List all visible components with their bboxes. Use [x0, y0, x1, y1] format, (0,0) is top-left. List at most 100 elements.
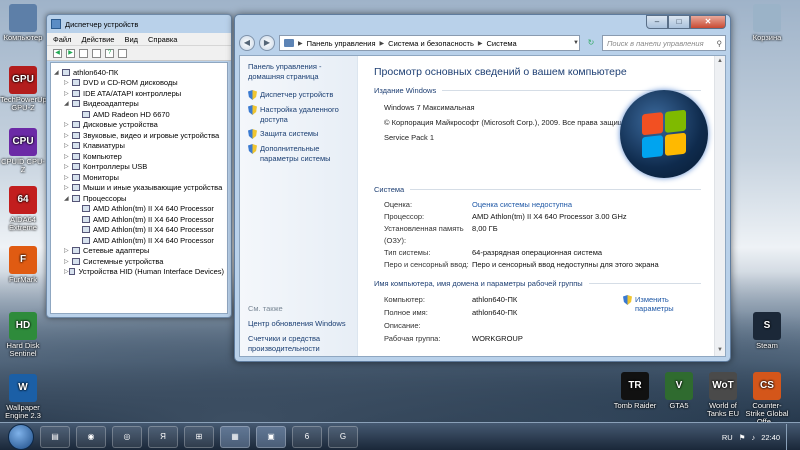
expand-arrow-icon[interactable]: ▷ — [64, 132, 72, 139]
control-panel-window[interactable]: – □ ✕ ◀ ▶ ▶ Панель управления ▶ Система … — [234, 14, 731, 362]
device-tree[interactable]: ◢ athlon640-ПК ▷ DVD и CD-ROM дисководы ▷ IDE… — [50, 62, 228, 314]
desktop-icon[interactable]: WoT World of Tanks EU — [700, 372, 746, 418]
close-button[interactable]: ✕ — [690, 15, 726, 29]
control-panel-home-link[interactable]: Панель управления - домашняя страница — [248, 62, 349, 82]
refresh-icon[interactable]: ↻ — [584, 36, 598, 50]
rating-link[interactable]: Оценка системы недоступна — [472, 199, 572, 211]
device-tree-item[interactable]: ◢ athlon640-ПК — [54, 67, 224, 78]
breadcrumb-system-security[interactable]: Система и безопасность — [388, 39, 474, 48]
advanced-settings-link[interactable]: Дополнительные параметры системы — [248, 144, 349, 163]
desktop-icon[interactable]: Компьютер — [0, 4, 46, 42]
desktop-icon[interactable]: HD Hard Disk Sentinel — [0, 312, 46, 358]
vertical-scrollbar[interactable]: ▲ ▼ — [714, 56, 725, 356]
menu-help[interactable]: Справка — [148, 35, 177, 44]
device-tree-item[interactable]: ▷ DVD и CD-ROM дисководы — [54, 78, 224, 89]
performance-tools-link[interactable]: Счетчики и средства производительности — [248, 334, 351, 354]
taskbar-windows-icon[interactable]: ⊞ — [184, 425, 214, 448]
device-manager-window[interactable]: Диспетчер устройств Файл Действие Вид Сп… — [46, 14, 232, 318]
address-bar[interactable]: ▶ Панель управления ▶ Система и безопасн… — [279, 35, 580, 51]
device-tree-item[interactable]: ▷ Мониторы — [54, 172, 224, 183]
taskbar-chrome-icon[interactable]: ◉ — [76, 425, 106, 448]
desktop-icon[interactable]: CPU CPUID CPU-Z — [0, 128, 46, 174]
expand-arrow-icon[interactable]: ▷ — [64, 90, 72, 97]
device-tree-item[interactable]: ▷ Мыши и иные указывающие устройства — [54, 183, 224, 194]
expand-arrow-icon[interactable]: ▷ — [64, 153, 72, 160]
breadcrumb-control-panel[interactable]: Панель управления — [307, 39, 376, 48]
expand-arrow-icon[interactable]: ▷ — [64, 174, 72, 181]
search-icon[interactable]: ⚲ — [717, 39, 726, 48]
breadcrumb-system[interactable]: Система — [486, 39, 516, 48]
device-tree-item[interactable]: ▷ Дисковые устройства — [54, 120, 224, 131]
taskbar-explorer-icon[interactable]: ▤ — [40, 425, 70, 448]
expand-arrow-icon[interactable]: ▷ — [64, 121, 72, 128]
device-tree-item[interactable]: ◢ Видеоадаптеры — [54, 99, 224, 110]
device-tree-item[interactable]: ◢ Процессоры — [54, 193, 224, 204]
expand-arrow-icon[interactable]: ▷ — [64, 184, 72, 191]
taskbar-yandex-icon[interactable]: Я — [148, 425, 178, 448]
back-arrow-icon[interactable]: ◀ — [53, 48, 62, 58]
change-settings-link[interactable]: Изменить параметры — [623, 295, 679, 313]
dropdown-arrow-icon[interactable]: ▼ — [573, 40, 579, 46]
flag-icon[interactable]: ⚑ — [739, 433, 746, 442]
taskbar-aida-icon[interactable]: 6 — [292, 425, 322, 448]
help-icon[interactable]: ? — [105, 48, 114, 58]
collapse-arrow-icon[interactable]: ◢ — [54, 69, 62, 76]
scan-icon[interactable] — [118, 48, 127, 58]
taskbar-control-panel-icon[interactable]: ▦ — [220, 425, 250, 448]
remote-settings-link[interactable]: Настройка удаленного доступа — [248, 105, 349, 124]
windows-update-link[interactable]: Центр обновления Windows — [248, 319, 351, 329]
device-tree-item[interactable]: ▷ Компьютер — [54, 151, 224, 162]
desktop-icon[interactable]: CSCounter-Strike Global Offe... — [744, 372, 790, 426]
view-icon[interactable] — [79, 48, 88, 58]
desktop-icon[interactable]: 64 AIDA64 Extreme — [0, 186, 46, 232]
properties-icon[interactable] — [92, 48, 101, 58]
device-tree-item[interactable]: ▷ IDE ATA/ATAPI контроллеры — [54, 88, 224, 99]
menu-action[interactable]: Действие — [81, 35, 114, 44]
desktop-icon[interactable]: GPU TechPowerUp GPU-Z — [0, 66, 47, 112]
forward-button[interactable]: ▶ — [259, 35, 275, 51]
start-button[interactable] — [8, 423, 34, 450]
expand-arrow-icon[interactable]: ▷ — [64, 258, 72, 265]
desktop-icon[interactable]: W Wallpaper Engine 2.3 — [0, 374, 46, 420]
desktop-icon[interactable]: Корзина — [744, 4, 790, 42]
desktop-icon[interactable]: S Steam — [744, 312, 790, 350]
collapse-arrow-icon[interactable]: ◢ — [64, 100, 72, 107]
search-input[interactable]: Поиск в панели управления ⚲ — [602, 35, 726, 51]
desktop-icon[interactable]: V GTA5 — [656, 372, 702, 410]
taskbar-opera-icon[interactable]: ◎ — [112, 425, 142, 448]
expand-arrow-icon[interactable]: ▷ — [64, 247, 72, 254]
device-tree-item[interactable]: ▷ Сетевые адаптеры — [54, 246, 224, 257]
device-tree-item[interactable]: ▷ Контроллеры USB — [54, 162, 224, 173]
device-tree-item[interactable]: ▷ Устройства HID (Human Interface Devices… — [54, 267, 224, 278]
volume-icon[interactable]: ♪ — [751, 433, 755, 442]
taskbar-gpuz-icon[interactable]: G — [328, 425, 358, 448]
scroll-down-icon[interactable]: ▼ — [715, 345, 725, 356]
show-desktop-button[interactable] — [786, 424, 794, 450]
scroll-up-icon[interactable]: ▲ — [715, 56, 725, 67]
device-manager-link[interactable]: Диспетчер устройств — [248, 90, 349, 100]
device-tree-item[interactable]: ▷ Клавиатуры — [54, 141, 224, 152]
device-tree-item[interactable]: AMD Radeon HD 6670 — [54, 109, 224, 120]
device-tree-item[interactable]: AMD Athlon(tm) II X4 640 Processor — [54, 225, 224, 236]
expand-arrow-icon[interactable]: ▷ — [64, 163, 72, 170]
expand-arrow-icon[interactable]: ▷ — [64, 142, 72, 149]
maximize-button[interactable]: □ — [668, 15, 690, 29]
minimize-button[interactable]: – — [646, 15, 668, 29]
device-tree-item[interactable]: ▷ Звуковые, видео и игровые устройства — [54, 130, 224, 141]
desktop-icon[interactable]: TR Tomb Raider — [612, 372, 658, 410]
device-tree-item[interactable]: ▷ Системные устройства — [54, 256, 224, 267]
menu-view[interactable]: Вид — [124, 35, 138, 44]
desktop-icon[interactable]: F FurMark — [0, 246, 46, 284]
system-protection-link[interactable]: Защита системы — [248, 129, 349, 139]
device-tree-item[interactable]: AMD Athlon(tm) II X4 640 Processor — [54, 235, 224, 246]
clock[interactable]: 22:40 — [761, 433, 780, 442]
forward-arrow-icon[interactable]: ▶ — [66, 48, 75, 58]
back-button[interactable]: ◀ — [239, 35, 255, 51]
taskbar-device-manager-icon[interactable]: ▣ — [256, 425, 286, 448]
menu-file[interactable]: Файл — [53, 35, 71, 44]
collapse-arrow-icon[interactable]: ◢ — [64, 195, 72, 202]
device-manager-titlebar[interactable]: Диспетчер устройств — [47, 15, 231, 33]
device-tree-item[interactable]: AMD Athlon(tm) II X4 640 Processor — [54, 204, 224, 215]
device-tree-item[interactable]: AMD Athlon(tm) II X4 640 Processor — [54, 214, 224, 225]
language-indicator[interactable]: RU — [722, 433, 733, 442]
